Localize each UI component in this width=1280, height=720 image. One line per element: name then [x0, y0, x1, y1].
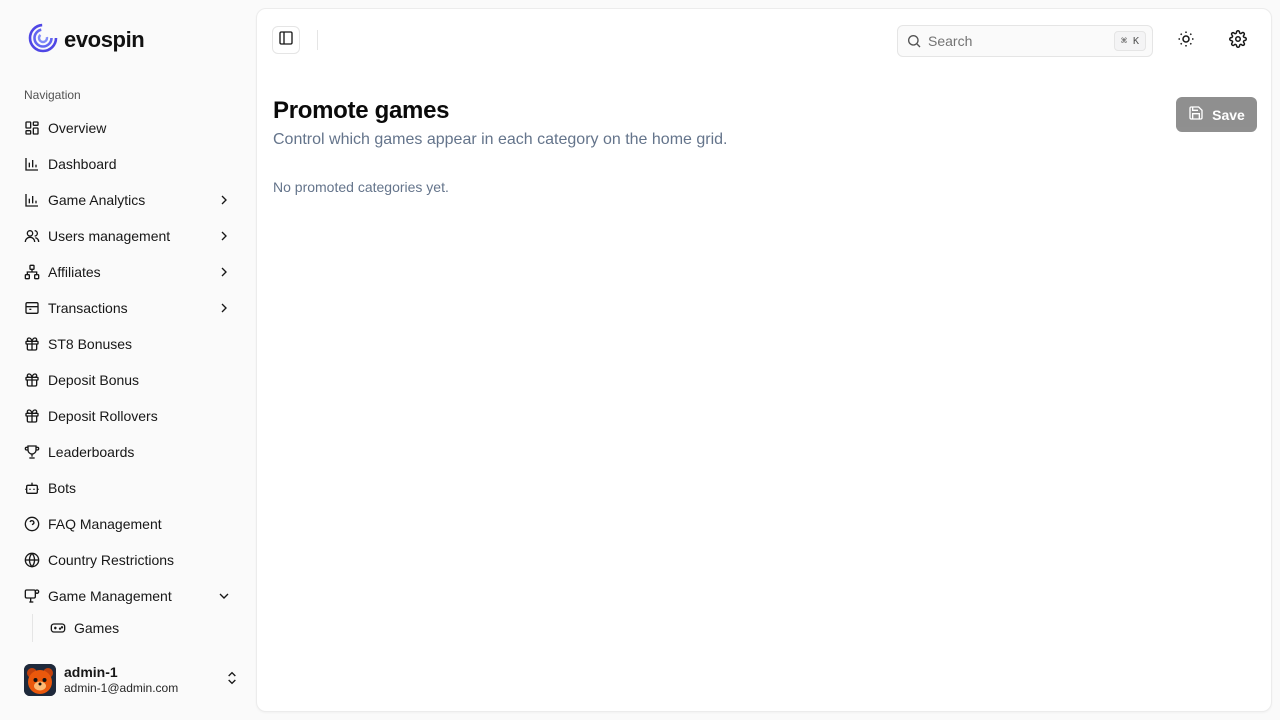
sidebar-item-label: Deposit Bonus — [48, 372, 140, 388]
nav-group-label: Navigation — [24, 88, 81, 102]
sidebar-item-label: Game Analytics — [48, 192, 146, 208]
brand-name: evospin — [64, 27, 145, 52]
sidebar-item-label: Game Management — [48, 588, 172, 604]
sidebar-item-st8-bonuses[interactable]: ST8 Bonuses — [16, 326, 240, 362]
save-icon — [1188, 105, 1204, 124]
sidebar-item-deposit-bonus[interactable]: Deposit Bonus — [16, 362, 240, 398]
avatar — [24, 664, 56, 696]
main-panel: Search ⌘ K Promote games Control which g… — [256, 8, 1272, 712]
sidebar-item-label: Deposit Rollovers — [48, 408, 158, 424]
chevron-down-icon — [216, 588, 232, 604]
settings-button[interactable] — [1222, 25, 1254, 57]
nav-list: Overview Dashboard Game Analytics Users … — [16, 110, 240, 642]
sidebar-item-label: Affiliates — [48, 264, 101, 280]
spiral-logo-icon — [28, 23, 58, 58]
brand-logo[interactable]: evospin — [28, 23, 145, 54]
users-icon — [24, 228, 40, 244]
page-subtitle: Control which games appear in each categ… — [273, 131, 728, 148]
sidebar-item-leaderboards[interactable]: Leaderboards — [16, 434, 240, 470]
sidebar-item-deposit-rollovers[interactable]: Deposit Rollovers — [16, 398, 240, 434]
chevron-right-icon — [216, 300, 232, 316]
user-menu[interactable]: admin-1 admin-1@admin.com — [24, 662, 240, 698]
sun-icon — [1177, 30, 1195, 53]
save-button[interactable]: Save — [1176, 97, 1257, 132]
user-info: admin-1 admin-1@admin.com — [64, 664, 224, 695]
globe-icon — [24, 552, 40, 568]
empty-state-text: No promoted categories yet. — [273, 179, 449, 195]
sidebar-item-transactions[interactable]: Transactions — [16, 290, 240, 326]
sidebar-item-label: Bots — [48, 480, 77, 496]
user-email: admin-1@admin.com — [64, 681, 179, 696]
sidebar-item-users-management[interactable]: Users management — [16, 218, 240, 254]
sidebar-item-game-management[interactable]: Game Management — [16, 578, 240, 614]
network-icon — [24, 264, 40, 280]
search-shortcut: ⌘ K — [1113, 31, 1146, 51]
layout-grid-icon — [24, 120, 40, 136]
sidebar-item-overview[interactable]: Overview — [16, 110, 240, 146]
monitor-icon — [24, 588, 40, 604]
sidebar-item-label: FAQ Management — [48, 516, 162, 532]
page-title: Promote games — [273, 97, 450, 124]
sidebar-item-label: ST8 Bonuses — [48, 336, 133, 352]
trophy-icon — [24, 444, 40, 460]
sidebar-item-label: Overview — [48, 120, 107, 136]
search-input[interactable]: Search ⌘ K — [897, 25, 1153, 57]
sidebar-item-affiliates[interactable]: Affiliates — [16, 254, 240, 290]
sidebar-item-label: Users management — [48, 228, 171, 244]
sidebar-item-dashboard[interactable]: Dashboard — [16, 146, 240, 182]
sidebar-item-bots[interactable]: Bots — [16, 470, 240, 506]
chevron-right-icon — [216, 192, 232, 208]
search-icon — [906, 33, 922, 49]
chevrons-up-down-icon — [224, 670, 240, 691]
theme-toggle-button[interactable] — [1170, 25, 1202, 57]
sidebar-item-label: Dashboard — [48, 156, 117, 172]
bar-chart-icon — [24, 156, 40, 172]
sidebar-toggle-button[interactable] — [272, 26, 300, 54]
sidebar: evospin Navigation Overview Dashboard Ga… — [0, 0, 256, 720]
sidebar-item-game-analytics[interactable]: Game Analytics — [16, 182, 240, 218]
panel-left-icon — [278, 30, 294, 51]
save-label: Save — [1212, 106, 1245, 123]
header-divider — [317, 30, 318, 50]
chevron-right-icon — [216, 264, 232, 280]
sidebar-item-label: Games — [74, 620, 120, 636]
gift-icon — [24, 408, 40, 424]
wallet-icon — [24, 300, 40, 316]
gear-icon — [1229, 29, 1247, 53]
sidebar-subitem-games[interactable]: Games — [42, 614, 240, 642]
sidebar-item-country-restrictions[interactable]: Country Restrictions — [16, 542, 240, 578]
bot-icon — [24, 480, 40, 496]
gamepad-icon — [50, 620, 66, 636]
game-management-submenu: Games — [32, 614, 240, 642]
gift-icon — [24, 336, 40, 352]
search-placeholder: Search — [928, 33, 973, 49]
sidebar-item-faq-management[interactable]: FAQ Management — [16, 506, 240, 542]
help-circle-icon — [24, 516, 40, 532]
sidebar-item-label: Transactions — [48, 300, 128, 316]
bar-chart-icon — [24, 192, 40, 208]
gift-icon — [24, 372, 40, 388]
sidebar-item-label: Leaderboards — [48, 444, 135, 460]
user-name: admin-1 — [64, 664, 118, 681]
chevron-right-icon — [216, 228, 232, 244]
sidebar-item-label: Country Restrictions — [48, 552, 175, 568]
